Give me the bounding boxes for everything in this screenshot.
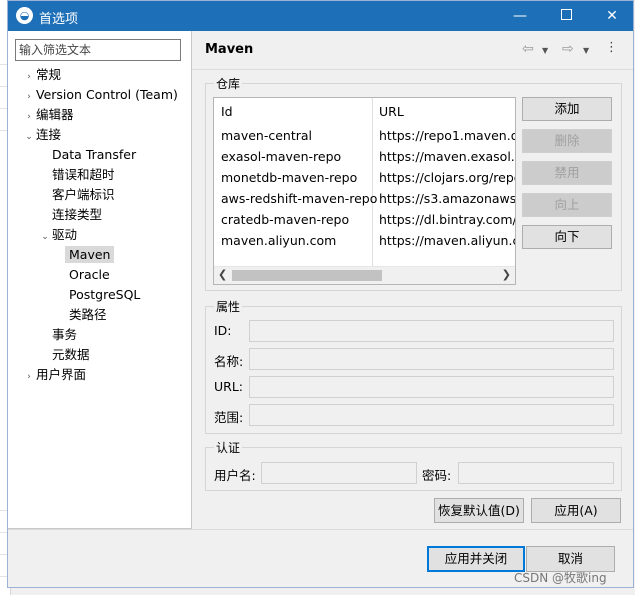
horizontal-scrollbar[interactable]: ❮ ❯ xyxy=(214,266,515,284)
disable-button[interactable]: 禁用 xyxy=(522,161,612,185)
table-row-id[interactable]: maven-central xyxy=(221,128,312,143)
preferences-tree-panel: ›常规 ›Version Control (Team) ›编辑器 ⌄连接 Dat… xyxy=(8,31,192,529)
tree-item-postgresql[interactable]: PostgreSQL xyxy=(69,285,140,305)
id-field[interactable] xyxy=(249,320,614,342)
table-row-id[interactable]: maven.aliyun.com xyxy=(221,233,336,248)
back-arrow-icon[interactable]: ⇦ xyxy=(522,41,534,57)
tree-item-errors-timeouts[interactable]: 错误和超时 xyxy=(52,165,115,185)
chevron-right-icon[interactable]: › xyxy=(22,367,36,387)
watermark: CSDN @牧歌ing xyxy=(514,571,607,585)
page-title: Maven xyxy=(205,42,254,57)
chevron-down-icon[interactable]: ⌄ xyxy=(22,127,36,147)
tree-item-client-identification[interactable]: 客户端标识 xyxy=(52,185,115,205)
table-row-id[interactable]: exasol-maven-repo xyxy=(221,149,341,164)
username-field[interactable] xyxy=(261,462,417,484)
preferences-dialog: ◒ 首选项 — ✕ ›常规 ›Version Control (Team) ›编… xyxy=(7,0,634,588)
column-divider[interactable] xyxy=(372,98,373,268)
chevron-right-icon[interactable]: › xyxy=(22,87,36,107)
filter-input[interactable] xyxy=(15,39,181,61)
scroll-left-icon[interactable]: ❮ xyxy=(218,268,227,281)
table-row-id[interactable]: monetdb-maven-repo xyxy=(221,170,357,185)
scope-label: 范围: xyxy=(214,410,244,425)
chevron-right-icon[interactable]: › xyxy=(22,107,36,127)
forward-arrow-icon[interactable]: ⇨ xyxy=(562,41,574,57)
delete-button[interactable]: 删除 xyxy=(522,129,612,153)
tree-item-oracle[interactable]: Oracle xyxy=(69,265,110,285)
footer-divider xyxy=(8,529,633,530)
tree-item-connection-types[interactable]: 连接类型 xyxy=(52,205,102,225)
chevron-down-icon[interactable]: ⌄ xyxy=(38,227,52,247)
username-label: 用户名: xyxy=(214,468,256,483)
scroll-right-icon[interactable]: ❯ xyxy=(502,268,511,281)
table-row-url[interactable]: https://maven.exasol.cc xyxy=(379,149,515,164)
url-label: URL: xyxy=(214,379,244,394)
repositories-group-label: 仓库 xyxy=(214,75,243,92)
tree-item-classpath[interactable]: 类路径 xyxy=(69,305,107,325)
tree-item-data-transfer[interactable]: Data Transfer xyxy=(52,145,136,165)
move-up-button[interactable]: 向上 xyxy=(522,193,612,217)
table-row-id[interactable]: cratedb-maven-repo xyxy=(221,212,349,227)
restore-defaults-button[interactable]: 恢复默认值(D) xyxy=(434,498,524,523)
maximize-icon xyxy=(560,9,572,20)
window-title: 首选项 xyxy=(39,12,79,27)
tree-item-maven[interactable]: Maven xyxy=(65,245,115,265)
properties-group: 属性 ID: 名称: URL: 范围: xyxy=(205,298,622,434)
forward-dropdown-icon[interactable]: ▼ xyxy=(583,46,589,55)
tree-item-user-interface[interactable]: › 用户界面 xyxy=(22,365,86,385)
password-label: 密码: xyxy=(422,468,452,483)
tree-item-editors[interactable]: › 编辑器 xyxy=(22,105,73,127)
maximize-button[interactable] xyxy=(543,1,589,31)
scope-field[interactable] xyxy=(249,404,614,426)
table-row-url[interactable]: https://dl.bintray.com/c xyxy=(379,212,515,227)
app-icon: ◒ xyxy=(16,7,33,24)
apply-and-close-button[interactable]: 应用并关闭 xyxy=(427,546,525,572)
tree-item-connections[interactable]: ⌄ 连接 xyxy=(22,125,61,145)
properties-group-label: 属性 xyxy=(214,298,243,315)
column-header-id[interactable]: Id xyxy=(221,104,233,119)
tree-item-transactions[interactable]: 事务 xyxy=(52,325,77,345)
tree-item-general[interactable]: › 常规 xyxy=(22,65,61,85)
table-row-id[interactable]: aws-redshift-maven-repo xyxy=(221,191,377,206)
add-button[interactable]: 添加 xyxy=(522,97,612,121)
tree-item-drivers[interactable]: ⌄ 驱动 xyxy=(38,225,77,245)
column-header-url[interactable]: URL xyxy=(379,104,404,119)
minimize-button[interactable]: — xyxy=(497,1,543,31)
close-button[interactable]: ✕ xyxy=(589,1,635,31)
tree-item-version-control[interactable]: › Version Control (Team) xyxy=(22,85,178,105)
view-menu-icon[interactable]: ⋮ xyxy=(605,40,618,55)
tree-item-metadata[interactable]: 元数据 xyxy=(52,345,90,365)
table-row-url[interactable]: https://clojars.org/repc xyxy=(379,170,515,185)
preference-page: Maven ⇦ ▼ ⇨ ▼ ⋮ 仓库 Id URL maven-central … xyxy=(192,31,633,529)
id-label: ID: xyxy=(214,323,232,338)
password-field[interactable] xyxy=(458,462,614,484)
name-field[interactable] xyxy=(249,348,614,370)
move-down-button[interactable]: 向下 xyxy=(522,225,612,249)
scrollbar-thumb[interactable] xyxy=(232,270,382,281)
authentication-group: 认证 用户名: 密码: xyxy=(205,439,622,491)
table-row-url[interactable]: https://repo1.maven.or xyxy=(379,128,515,143)
apply-button[interactable]: 应用(A) xyxy=(531,498,621,523)
table-row-url[interactable]: https://s3.amazonaws.c xyxy=(379,191,515,206)
table-row-url[interactable]: https://maven.aliyun.co xyxy=(379,233,515,248)
url-field[interactable] xyxy=(249,376,614,398)
chevron-right-icon[interactable]: › xyxy=(22,67,36,87)
repositories-table[interactable]: Id URL maven-central https://repo1.maven… xyxy=(213,97,516,285)
repositories-group: 仓库 Id URL maven-central https://repo1.ma… xyxy=(205,75,622,291)
name-label: 名称: xyxy=(214,354,244,369)
title-bar: ◒ 首选项 — ✕ xyxy=(8,1,633,31)
back-dropdown-icon[interactable]: ▼ xyxy=(542,46,548,55)
page-header: Maven ⇦ ▼ ⇨ ▼ ⋮ xyxy=(192,31,633,70)
authentication-group-label: 认证 xyxy=(214,439,243,456)
